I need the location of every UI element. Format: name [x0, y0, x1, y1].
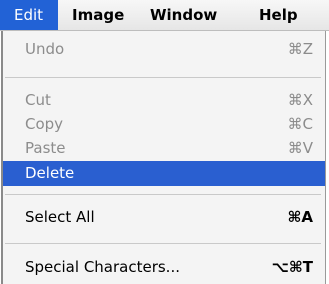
- shortcut-label: ⌥⌘T: [271, 258, 313, 276]
- edit-menu-dropdown: Undo ⌘Z Cut ⌘X Copy ⌘C Paste ⌘V Delete S…: [1, 31, 326, 284]
- shortcut-label: ⌘A: [287, 208, 313, 226]
- menu-item-undo[interactable]: Undo ⌘Z: [3, 37, 325, 61]
- menu-item-paste[interactable]: Paste ⌘V: [3, 136, 325, 160]
- menu-item-special-characters[interactable]: Special Characters... ⌥⌘T: [3, 255, 325, 279]
- menu-item-label: Copy: [25, 115, 64, 133]
- menu-separator: [5, 194, 321, 195]
- shortcut-label: ⌘Z: [287, 40, 313, 58]
- menu-bar: Edit Image Window Help: [0, 0, 329, 31]
- menu-item-label: Cut: [25, 91, 51, 109]
- shortcut-label: ⌘C: [287, 115, 313, 133]
- menu-image[interactable]: Image: [72, 0, 124, 30]
- menu-item-copy[interactable]: Copy ⌘C: [3, 112, 325, 136]
- menu-separator: [5, 77, 321, 78]
- menu-separator: [5, 243, 321, 244]
- menu-item-cut[interactable]: Cut ⌘X: [3, 88, 325, 112]
- menu-item-delete[interactable]: Delete: [3, 161, 325, 186]
- menu-item-label: Special Characters...: [25, 258, 180, 276]
- shortcut-label: ⌘V: [287, 139, 313, 157]
- shortcut-label: ⌘X: [287, 91, 313, 109]
- menu-item-select-all[interactable]: Select All ⌘A: [3, 205, 325, 229]
- menu-item-label: Paste: [25, 139, 66, 157]
- menu-item-label: Select All: [25, 208, 95, 226]
- menu-item-label: Delete: [25, 164, 75, 182]
- menu-help[interactable]: Help: [259, 0, 298, 30]
- menu-item-label: Undo: [25, 40, 65, 58]
- menu-window[interactable]: Window: [150, 0, 217, 30]
- menu-edit[interactable]: Edit: [0, 0, 58, 30]
